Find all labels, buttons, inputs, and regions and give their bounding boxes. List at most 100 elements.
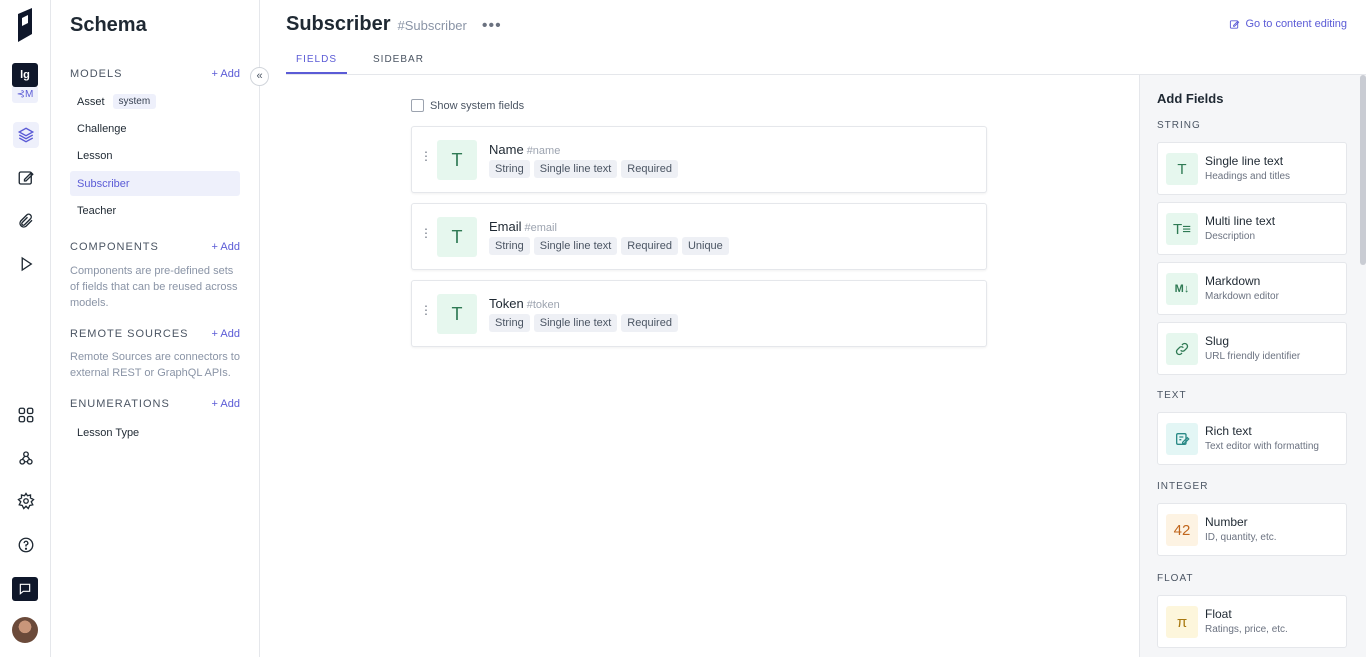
apps-icon: [18, 407, 34, 423]
models-label: MODELS: [70, 68, 123, 80]
number-icon: 42: [1166, 514, 1198, 546]
user-avatar[interactable]: [12, 617, 38, 643]
field-tag: Unique: [681, 237, 729, 255]
show-system-fields-toggle[interactable]: Show system fields: [411, 99, 524, 112]
drag-handle-icon[interactable]: ⋮⋮: [420, 227, 445, 244]
model-item-label: Asset: [77, 95, 105, 108]
paperclip-icon: [19, 213, 33, 228]
field-card-name[interactable]: ⋮⋮ T Name #name String Single line text R…: [411, 126, 987, 193]
model-item-teacher[interactable]: Teacher: [70, 198, 240, 223]
field-type-number[interactable]: 42 Number ID, quantity, etc.: [1157, 503, 1347, 556]
edit-icon: [1230, 19, 1240, 29]
content-nav[interactable]: [13, 165, 39, 191]
field-tag: Single line text: [533, 160, 618, 178]
field-type-desc: Description: [1205, 231, 1256, 242]
add-model-button[interactable]: + Add: [212, 68, 240, 80]
field-type-slug[interactable]: Slug URL friendly identifier: [1157, 322, 1347, 375]
tab-sidebar[interactable]: SIDEBAR: [363, 50, 434, 74]
assets-nav[interactable]: [13, 208, 39, 234]
panel-scrollbar[interactable]: [1360, 75, 1366, 265]
tab-bar: FIELDS SIDEBAR: [286, 50, 434, 74]
model-item-subscriber[interactable]: Subscriber: [70, 171, 240, 196]
components-section-header: COMPONENTS + Add: [70, 239, 240, 255]
remote-sources-section-header: REMOTE SOURCES + Add: [70, 326, 240, 342]
help-nav[interactable]: [13, 532, 39, 558]
field-type-desc: ID, quantity, etc.: [1205, 532, 1277, 543]
model-item-lesson[interactable]: Lesson: [70, 143, 240, 168]
field-tag: String: [489, 237, 530, 255]
field-name: Token #token: [489, 296, 560, 311]
add-component-button[interactable]: + Add: [212, 241, 240, 253]
field-type-rich-text[interactable]: Rich text Text editor with formatting: [1157, 412, 1347, 465]
drag-handle-icon[interactable]: ⋮⋮: [420, 150, 445, 167]
field-api-id: #email: [524, 222, 557, 234]
model-item-label: Challenge: [77, 122, 127, 135]
help-icon: [18, 537, 34, 553]
field-tag: String: [489, 314, 530, 332]
enum-item-lesson-type[interactable]: Lesson Type: [70, 420, 240, 445]
settings-nav[interactable]: [13, 488, 39, 514]
add-enumeration-button[interactable]: + Add: [212, 398, 240, 410]
group-string-label: STRING: [1157, 120, 1201, 131]
field-tag: Required: [621, 237, 678, 255]
field-type-markdown[interactable]: M↓ Markdown Markdown editor: [1157, 262, 1347, 315]
schema-sidebar: Schema MODELS + Add Asset system Challen…: [51, 0, 260, 657]
field-type-name: Float: [1205, 607, 1232, 621]
chat-icon: [19, 583, 31, 595]
playground-nav[interactable]: [13, 251, 39, 277]
model-title: Subscriber: [286, 13, 391, 35]
field-type-name: Number: [1205, 515, 1248, 529]
go-to-content-link[interactable]: Go to content editing: [1229, 18, 1347, 30]
field-type-name: Multi line text: [1205, 214, 1276, 228]
field-api-id: #name: [526, 145, 561, 157]
webhooks-nav[interactable]: [13, 445, 39, 471]
model-item-asset[interactable]: Asset system: [70, 89, 240, 114]
field-api-id: #token: [526, 299, 560, 311]
drag-handle-icon[interactable]: ⋮⋮: [420, 304, 445, 321]
field-tag: Single line text: [533, 314, 618, 332]
add-fields-panel: Add Fields STRING T Single line text Hea…: [1139, 75, 1366, 657]
rich-text-icon: [1166, 423, 1198, 455]
field-tags: String Single line text Required: [489, 160, 678, 178]
field-type-multi-line-text[interactable]: T≡ Multi line text Description: [1157, 202, 1347, 255]
system-badge: system: [112, 94, 157, 109]
single-line-text-icon: T: [1166, 153, 1198, 185]
field-card-token[interactable]: ⋮⋮ T Token #token String Single line text…: [411, 280, 987, 347]
components-description: Components are pre-defined sets of field…: [70, 265, 238, 309]
apps-nav[interactable]: [13, 402, 39, 428]
field-type-single-line-text[interactable]: T Single line text Headings and titles: [1157, 142, 1347, 195]
field-tag: Required: [621, 160, 678, 178]
string-field-icon: T: [437, 140, 477, 180]
markdown-icon: M↓: [1166, 273, 1198, 305]
model-item-challenge[interactable]: Challenge: [70, 116, 240, 141]
show-system-fields-checkbox[interactable]: [411, 99, 424, 112]
hygraph-logo-icon[interactable]: [14, 8, 38, 42]
environment-badge[interactable]: ⊰M: [12, 87, 38, 103]
field-tags: String Single line text Required: [489, 314, 678, 332]
field-display-name: Token: [489, 296, 524, 311]
project-switcher[interactable]: lg: [12, 63, 38, 87]
webhooks-icon: [19, 451, 33, 465]
enum-item-label: Lesson Type: [77, 426, 140, 439]
field-type-desc: Markdown editor: [1205, 291, 1279, 302]
group-integer-label: INTEGER: [1157, 481, 1209, 492]
group-float-label: FLOAT: [1157, 573, 1194, 584]
more-options-button[interactable]: •••: [482, 17, 502, 35]
go-to-content-label: Go to content editing: [1245, 18, 1347, 30]
field-card-email[interactable]: ⋮⋮ T Email #email String Single line text…: [411, 203, 987, 270]
field-display-name: Name: [489, 142, 524, 157]
settings-icon: [17, 492, 35, 510]
collapse-sidebar-button[interactable]: «: [250, 67, 269, 86]
components-label: COMPONENTS: [70, 241, 159, 253]
add-remote-source-button[interactable]: + Add: [212, 328, 240, 340]
enumerations-label: ENUMERATIONS: [70, 398, 170, 410]
chat-button[interactable]: [12, 577, 38, 601]
field-display-name: Email: [489, 219, 522, 234]
field-type-name: Slug: [1205, 334, 1230, 348]
sidebar-title: Schema: [70, 14, 147, 36]
field-type-float[interactable]: π Float Ratings, price, etc.: [1157, 595, 1347, 648]
schema-nav[interactable]: [13, 122, 39, 148]
remote-sources-label: REMOTE SOURCES: [70, 328, 189, 340]
tab-fields[interactable]: FIELDS: [286, 50, 348, 74]
field-name: Email #email: [489, 219, 557, 234]
